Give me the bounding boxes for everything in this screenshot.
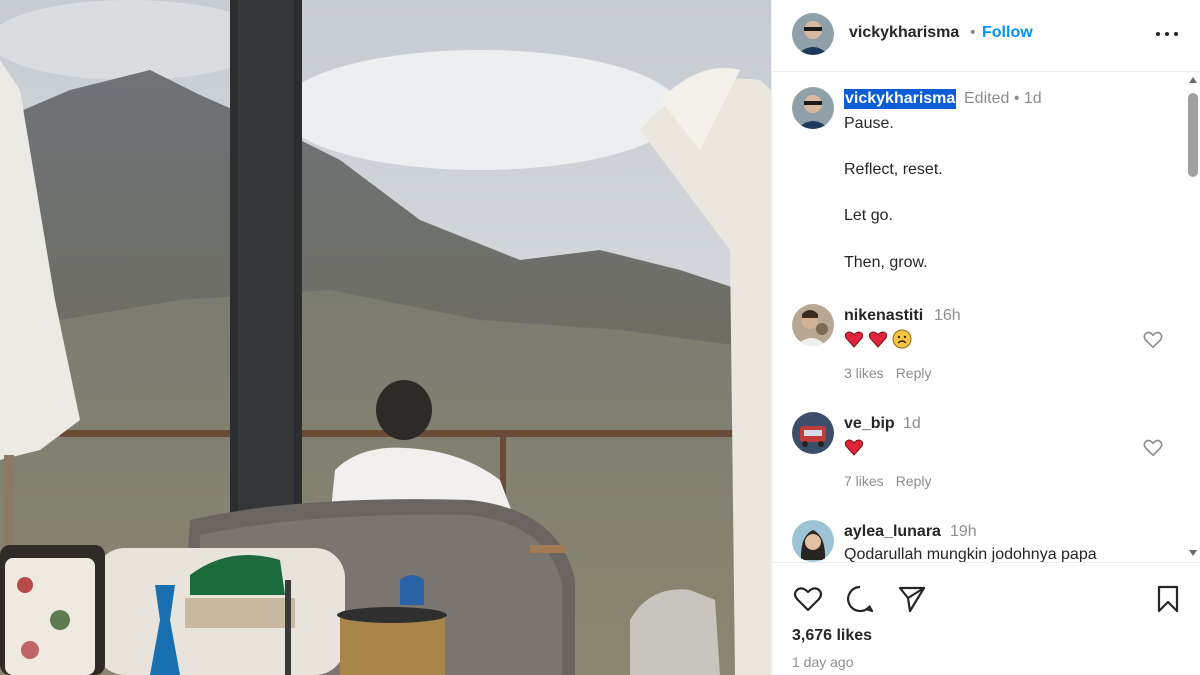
avatar-image [792,13,834,55]
comment-time: 1d [903,415,921,432]
reply-button[interactable]: Reply [896,365,932,381]
dot [1165,32,1169,36]
comment-meta: 7 likes Reply [844,473,931,489]
post-date: 1 day ago [792,654,854,670]
separator-dot: • [970,24,976,41]
avatar-image [792,87,834,129]
comments-list[interactable]: vickykharisma Edited • 1d Pause. Reflect… [772,73,1200,562]
post-details-panel: vickykharisma • Follow vickykharisma Edi… [771,0,1200,675]
comment-time: 16h [934,307,961,324]
bookmark-icon[interactable] [1152,583,1184,615]
author-avatar[interactable] [792,13,834,55]
sad-face-icon [892,329,912,349]
reply-button[interactable]: Reply [896,473,932,489]
caption-author-avatar[interactable] [792,87,834,129]
author-username[interactable]: vickykharisma [849,24,959,42]
like-comment-heart-icon[interactable] [1142,329,1164,351]
comment-meta: 3 likes Reply [844,365,931,381]
comment-emojis [844,329,916,349]
commenter-avatar[interactable] [792,304,834,346]
caption-line: Reflect, reset. [844,161,943,178]
post-image [0,0,771,675]
dot [1174,32,1178,36]
red-heart-icon [844,331,864,348]
comment-emojis [844,437,868,457]
share-icon[interactable] [896,583,928,615]
comment-likes[interactable]: 7 likes [844,473,884,489]
caption-username[interactable]: vickykharisma [844,89,957,109]
comments-scrollbar[interactable] [1185,73,1200,562]
comment-icon[interactable] [844,583,876,615]
caption-meta: Edited • 1d [964,90,1042,107]
scrollbar-thumb[interactable] [1188,93,1198,177]
heart-icon[interactable] [792,583,824,615]
avatar-image [792,412,834,454]
likes-count[interactable]: 3,676 likes [792,627,872,645]
scroll-down-arrow-icon[interactable] [1189,550,1197,556]
comment-likes[interactable]: 3 likes [844,365,884,381]
caption-line: Then, grow. [844,254,928,271]
comment-username[interactable]: aylea_lunara [844,523,941,541]
comment-text: Qodarullah mungkin jodohnya papa [844,546,1097,562]
comment-username[interactable]: ve_bip [844,415,895,433]
commenter-avatar[interactable] [792,412,834,454]
caption-line: Pause. [844,115,894,132]
red-heart-icon [868,331,888,348]
post-actions: 3,676 likes 1 day ago [772,562,1200,675]
red-heart-icon [844,439,864,456]
caption-line: Let go. [844,207,893,224]
more-options-icon[interactable] [1152,22,1182,46]
scroll-up-arrow-icon[interactable] [1189,77,1197,83]
avatar-image [792,304,834,346]
like-comment-heart-icon[interactable] [1142,437,1164,459]
follow-button[interactable]: Follow [982,24,1033,42]
post-header: vickykharisma • Follow [772,0,1200,72]
comment-username[interactable]: nikenastiti [844,307,923,325]
post-photo-illustration [0,0,771,675]
commenter-avatar[interactable] [792,520,834,562]
dot [1156,32,1160,36]
avatar-image [792,520,834,562]
comment-time: 19h [950,523,977,540]
